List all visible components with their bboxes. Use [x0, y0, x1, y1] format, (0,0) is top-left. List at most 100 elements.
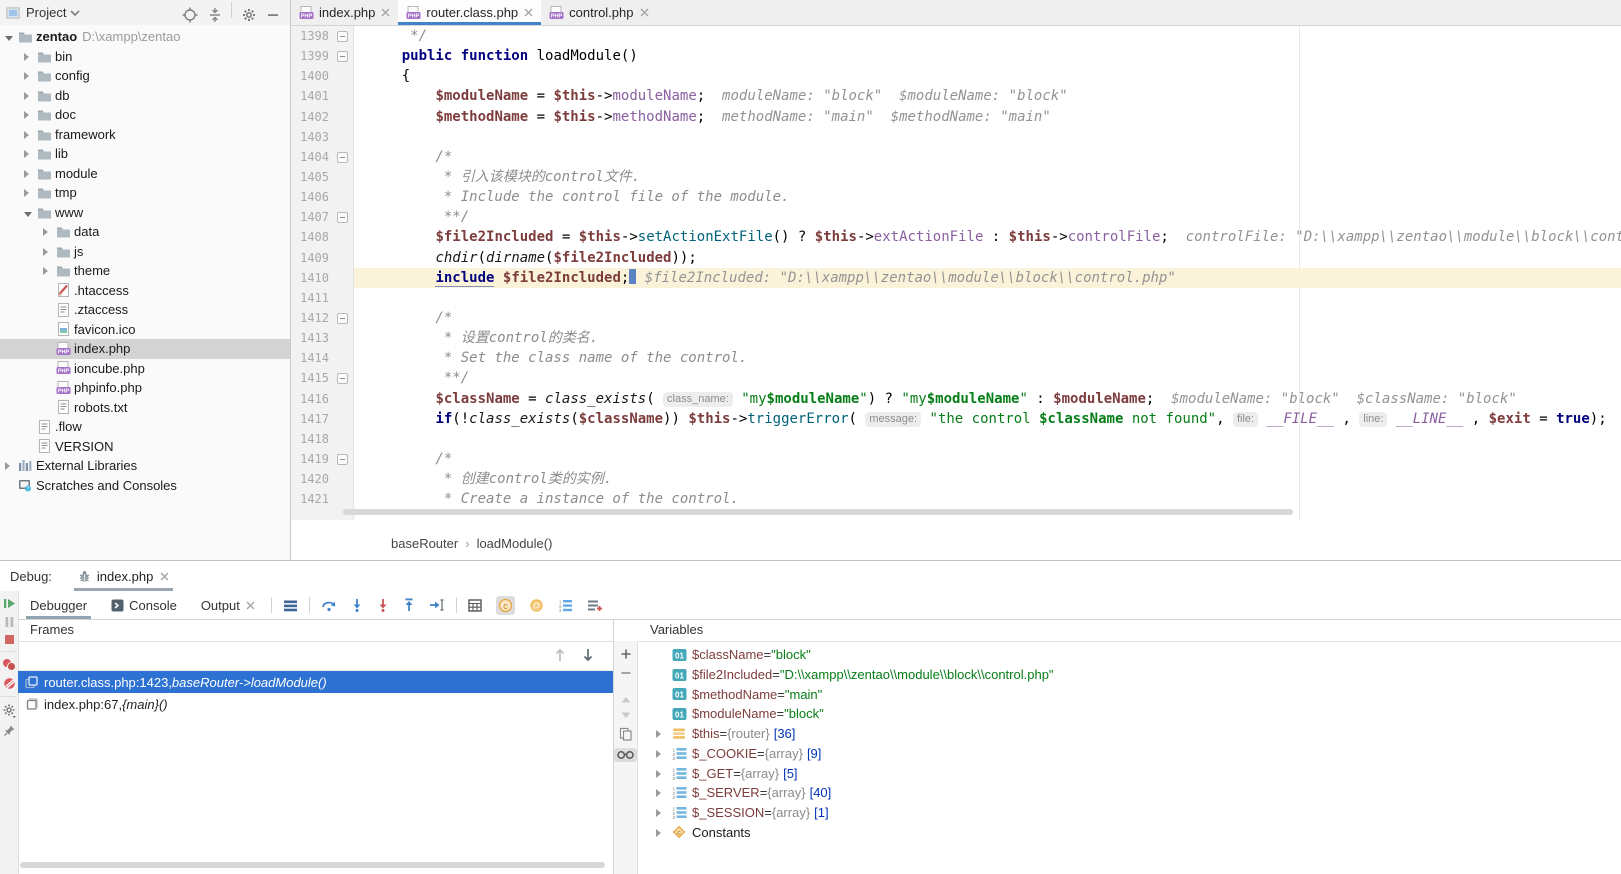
pin-icon[interactable] [0, 724, 18, 737]
gutter-line-number[interactable]: 1404 [291, 147, 353, 167]
code-lines[interactable]: */ public function loadModule() { $modul… [354, 26, 1621, 509]
code-line-1417[interactable]: if(!class_exists($className)) $this->tri… [354, 409, 1621, 429]
hide-panel-icon[interactable] [267, 9, 279, 21]
gutter-line-number[interactable]: 1416 [291, 389, 353, 409]
tree-collapsed-arrow-icon[interactable] [43, 244, 54, 259]
gutter-line-number[interactable]: 1407 [291, 207, 353, 227]
code-line-1415[interactable]: **/ [354, 368, 1621, 388]
settings-gear-icon[interactable] [241, 7, 257, 23]
code-line-1405[interactable]: * 引入该模块的control文件. [354, 167, 1621, 187]
step-out-icon[interactable] [403, 598, 415, 612]
pause-icon[interactable] [0, 616, 18, 628]
fold-marker-icon[interactable] [337, 313, 348, 324]
gutter-line-number[interactable]: 1398 [291, 26, 353, 46]
tree-collapsed-arrow-icon[interactable] [24, 107, 35, 122]
tree-item-framework[interactable]: framework [0, 125, 290, 145]
tree-item-db[interactable]: db [0, 86, 290, 106]
tree-item-module[interactable]: module [0, 164, 290, 184]
code-line-1399[interactable]: public function loadModule() [354, 46, 1621, 66]
tree-collapsed-arrow-icon[interactable] [24, 49, 35, 64]
variable-expand-arrow-icon[interactable] [656, 766, 670, 781]
debug-tab-output[interactable]: Output [189, 591, 267, 619]
close-icon[interactable] [246, 601, 255, 610]
code-line-1408[interactable]: $file2Included = $this->setActionExtFile… [354, 227, 1621, 247]
tree-collapsed-arrow-icon[interactable] [24, 185, 35, 200]
editor-tab-router-class-php[interactable]: PHProuter.class.php [398, 0, 541, 25]
fold-marker-icon[interactable] [337, 212, 348, 223]
mute-breakpoints-icon[interactable] [0, 677, 18, 690]
breadcrumb-item[interactable]: baseRouter [391, 536, 458, 551]
code-line-1419[interactable]: /* [354, 449, 1621, 469]
add-watch-plus-icon[interactable] [614, 648, 637, 660]
code-line-1406[interactable]: * Include the control file of the module… [354, 187, 1621, 207]
code-line-1416[interactable]: $className = class_exists( class_name: "… [354, 389, 1621, 409]
add-watch-icon[interactable] [587, 599, 603, 612]
gutter-line-number[interactable]: 1401 [291, 86, 353, 106]
frame-row[interactable]: router.class.php:1423, baseRouter->loadM… [18, 671, 613, 693]
tree-item-ioncube-php[interactable]: PHPioncube.php [0, 359, 290, 379]
code-line-1413[interactable]: * 设置control的类名. [354, 328, 1621, 348]
code-line-1411[interactable] [354, 288, 1621, 308]
gutter-line-number[interactable]: 1419 [291, 449, 353, 469]
layout-settings-icon[interactable] [283, 599, 298, 612]
nav-up-icon[interactable] [614, 695, 637, 704]
code-line-1407[interactable]: **/ [354, 207, 1621, 227]
debug-tab-console[interactable]: Console [99, 591, 189, 619]
fold-marker-icon[interactable] [337, 454, 348, 465]
show-references-icon[interactable]: @ [529, 598, 544, 613]
tree-item-favicon-ico[interactable]: favicon.ico [0, 320, 290, 340]
close-icon[interactable] [160, 572, 169, 581]
watch-glasses-icon[interactable] [614, 748, 637, 762]
variable-row-classname[interactable]: 01$className = "block" [638, 645, 1621, 665]
tree-collapsed-arrow-icon[interactable] [43, 263, 54, 278]
code-line-1418[interactable] [354, 429, 1621, 449]
project-panel-title[interactable]: Project [26, 5, 66, 20]
code-line-1420[interactable]: * 创建control类的实例. [354, 469, 1621, 489]
show-constants-icon[interactable]: c [496, 596, 515, 615]
fold-marker-icon[interactable] [337, 373, 348, 384]
stop-icon[interactable] [0, 634, 18, 645]
editor-gutter[interactable]: 1398139914001401140214031404140514061407… [291, 26, 354, 520]
chevron-down-icon[interactable] [70, 9, 80, 17]
numbered-list-icon[interactable]: 123 [558, 599, 573, 612]
tree-item-external-libraries[interactable]: External Libraries [0, 456, 290, 476]
tree-item-version[interactable]: VERSION [0, 437, 290, 457]
variable-expand-arrow-icon[interactable] [656, 805, 670, 820]
gutter-line-number[interactable]: 1411 [291, 288, 353, 308]
editor-tab-index-php[interactable]: PHPindex.php [291, 0, 398, 25]
editor-tab-control-php[interactable]: PHPcontrol.php [541, 0, 656, 25]
fold-marker-icon[interactable] [337, 152, 348, 163]
gutter-line-number[interactable]: 1413 [291, 328, 353, 348]
code-line-1404[interactable]: /* [354, 147, 1621, 167]
variable-row-methodname[interactable]: 01$methodName = "main" [638, 684, 1621, 704]
locate-file-icon[interactable] [182, 7, 198, 23]
resume-icon[interactable] [0, 597, 18, 610]
gutter-line-number[interactable]: 1406 [291, 187, 353, 207]
tree-item-config[interactable]: config [0, 66, 290, 86]
tree-item-index-php[interactable]: PHPindex.php [0, 339, 290, 359]
previous-frame-icon[interactable] [553, 647, 567, 666]
variable-row-constants[interactable]: cConstants [638, 822, 1621, 842]
tree-item-data[interactable]: data [0, 222, 290, 242]
variable-expand-arrow-icon[interactable] [656, 825, 670, 840]
tree-item-www[interactable]: www [0, 203, 290, 223]
variable-row-this[interactable]: $this = {router}[36] [638, 724, 1621, 744]
tree-item-js[interactable]: js [0, 242, 290, 262]
gutter-line-number[interactable]: 1403 [291, 127, 353, 147]
debug-tab-debugger[interactable]: Debugger [18, 591, 99, 619]
tree-expanded-arrow-icon[interactable] [24, 205, 35, 220]
code-editor[interactable]: 1398139914001401140214031404140514061407… [291, 26, 1621, 520]
next-frame-icon[interactable] [581, 647, 595, 666]
gutter-line-number[interactable]: 1409 [291, 248, 353, 268]
collapse-all-icon[interactable] [208, 7, 222, 23]
close-icon[interactable] [524, 8, 533, 17]
variable-expand-arrow-icon[interactable] [656, 726, 670, 741]
gutter-line-number[interactable]: 1417 [291, 409, 353, 429]
tree-collapsed-arrow-icon[interactable] [24, 166, 35, 181]
gutter-line-number[interactable]: 1410 [291, 268, 353, 288]
code-line-1410[interactable]: include $file2Included; $file2Included: … [354, 268, 1621, 288]
nav-down-icon[interactable] [614, 711, 637, 720]
tree-collapsed-arrow-icon[interactable] [24, 68, 35, 83]
breadcrumb-item[interactable]: loadModule() [477, 536, 553, 551]
gutter-line-number[interactable]: 1414 [291, 348, 353, 368]
